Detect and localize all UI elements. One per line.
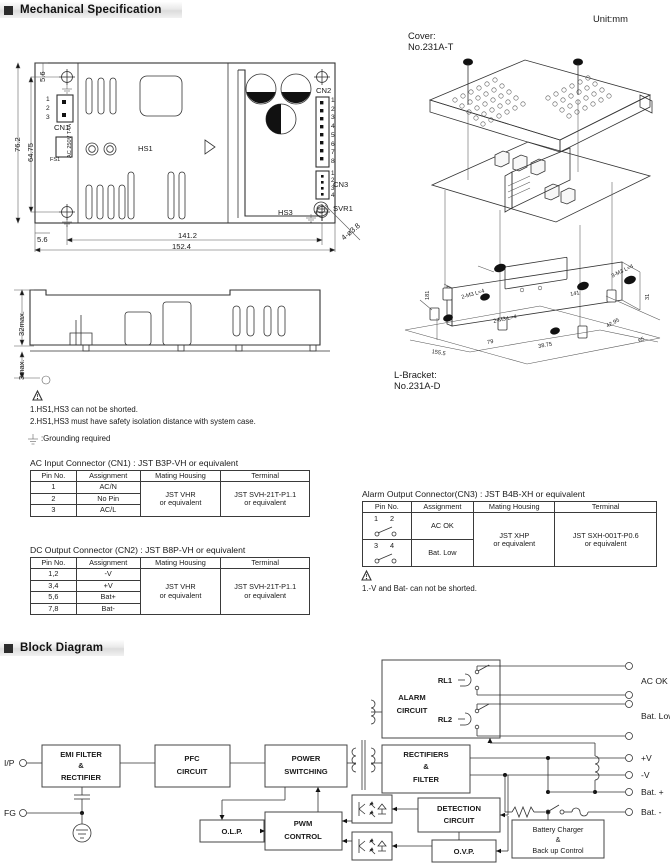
svg-text:FILTER: FILTER [413, 775, 440, 784]
svg-text:CIRCUIT: CIRCUIT [444, 816, 475, 825]
svg-text:Battery Charger: Battery Charger [533, 825, 584, 834]
svg-text:&: & [423, 762, 429, 771]
bd-output-minus-v: -V [641, 770, 650, 780]
svg-text:ALARM: ALARM [398, 693, 425, 702]
svg-text:O.L.P.: O.L.P. [222, 827, 243, 836]
svg-text:SWITCHING: SWITCHING [284, 767, 328, 776]
bd-input-fg: FG [4, 808, 16, 818]
bd-output-ac-ok: AC OK [641, 676, 668, 686]
svg-text:CONTROL: CONTROL [284, 832, 322, 841]
svg-text:POWER: POWER [292, 754, 321, 763]
svg-text:RL1: RL1 [438, 676, 453, 685]
bd-output-bat-minus: Bat. - [641, 807, 662, 817]
svg-text:CIRCUIT: CIRCUIT [397, 706, 428, 715]
bd-output-bat-plus: Bat. + [641, 787, 664, 797]
svg-text:CIRCUIT: CIRCUIT [177, 767, 208, 776]
svg-text:&: & [78, 761, 84, 770]
block-diagram: EMI FILTER & RECTIFIER PFC CIRCUIT POWER… [19, 659, 633, 863]
svg-text:PWM: PWM [294, 819, 313, 828]
svg-text:RECTIFIER: RECTIFIER [61, 773, 102, 782]
svg-text:O.V.P.: O.V.P. [454, 847, 475, 856]
svg-text:EMI FILTER: EMI FILTER [60, 750, 102, 759]
svg-text:&: & [556, 835, 561, 844]
svg-text:PFC: PFC [184, 754, 200, 763]
svg-text:DETECTION: DETECTION [437, 804, 481, 813]
svg-text:Back up Control: Back up Control [532, 846, 584, 855]
bd-output-plus-v: +V [641, 753, 652, 763]
svg-text:RECTIFIERS: RECTIFIERS [403, 750, 448, 759]
svg-text:RL2: RL2 [438, 715, 452, 724]
bd-input-ip: I/P [4, 758, 15, 768]
bd-output-bat-low: Bat. Low [641, 711, 670, 721]
